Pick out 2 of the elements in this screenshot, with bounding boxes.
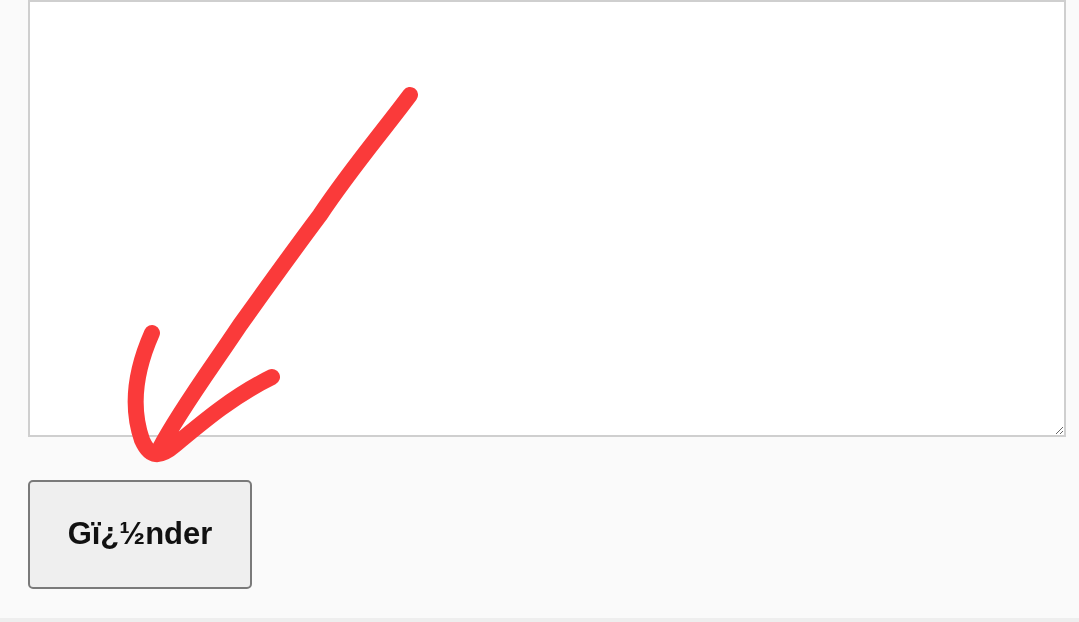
text-area[interactable] <box>28 0 1066 437</box>
submit-button[interactable]: Gï¿½nder <box>28 480 252 589</box>
